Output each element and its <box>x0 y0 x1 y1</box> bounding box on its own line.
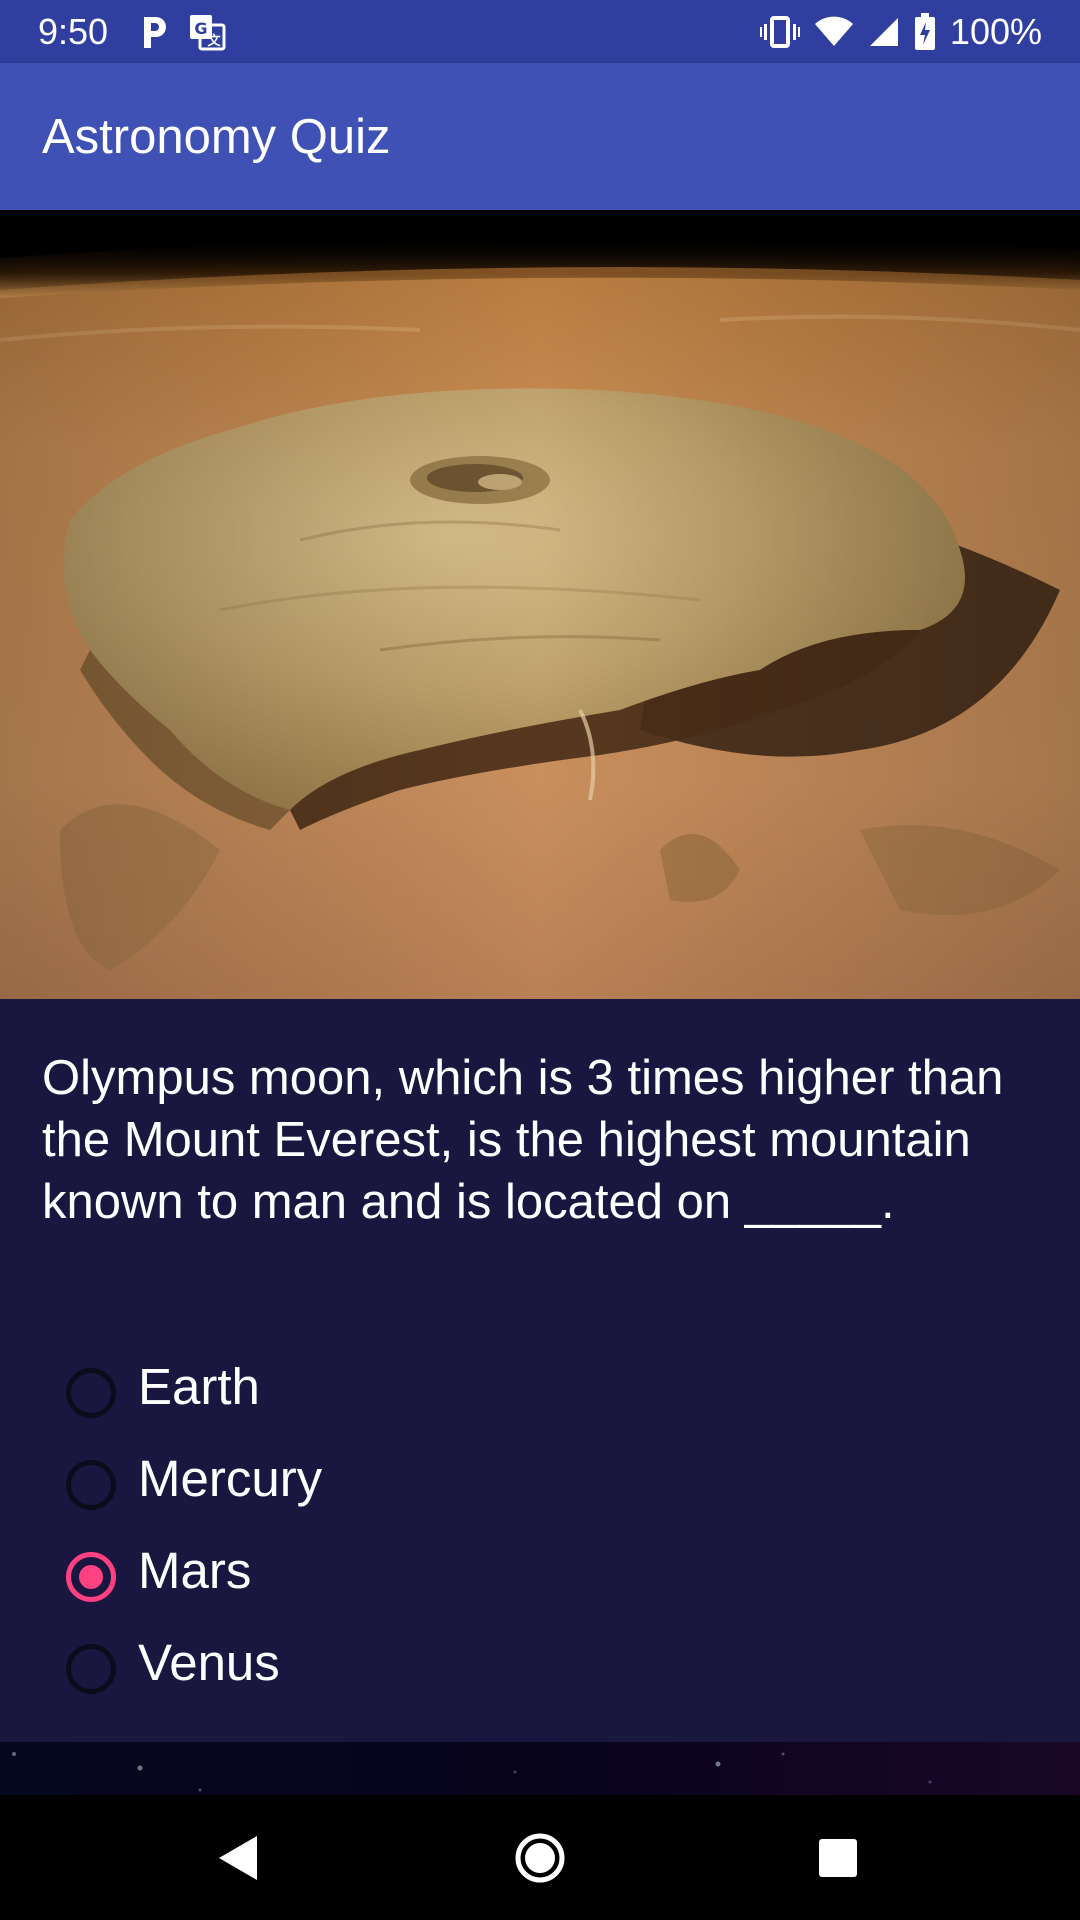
status-time: 9:50 <box>38 11 109 52</box>
svg-text:G: G <box>194 19 207 38</box>
battery-percentage: 100% <box>949 11 1042 52</box>
status-right: 100% <box>759 10 1042 54</box>
svg-text:文: 文 <box>207 33 221 49</box>
app-title: Astronomy Quiz <box>42 110 391 164</box>
option-mercury[interactable]: Mercury <box>66 1433 966 1525</box>
option-label: Earth <box>138 1358 260 1415</box>
radio-button-selected[interactable] <box>66 1552 116 1602</box>
status-left-icons: G 文 <box>140 12 226 52</box>
radio-button[interactable] <box>66 1460 116 1510</box>
radio-button[interactable] <box>66 1644 116 1694</box>
option-label: Venus <box>138 1634 280 1691</box>
status-bar: 9:50 G 文 100% <box>0 0 1080 63</box>
option-earth[interactable]: Earth <box>66 1341 966 1433</box>
app-bar: Astronomy Quiz <box>0 63 1080 210</box>
option-venus[interactable]: Venus <box>66 1617 966 1709</box>
parking-icon <box>144 17 166 48</box>
back-icon[interactable] <box>203 1823 273 1893</box>
battery-charging-icon <box>914 13 935 50</box>
home-icon[interactable] <box>505 1823 575 1893</box>
option-mars[interactable]: Mars <box>66 1525 966 1617</box>
recents-icon[interactable] <box>803 1823 873 1893</box>
vibrate-icon <box>759 16 800 48</box>
wifi-icon <box>814 16 853 46</box>
option-label: Mercury <box>138 1450 323 1507</box>
question-text: Olympus moon, which is 3 times higher th… <box>42 1051 1004 1229</box>
olympus-mons-image <box>0 210 1080 999</box>
navigation-bar <box>0 1795 1080 1920</box>
quiz-content: Olympus moon, which is 3 times higher th… <box>0 999 1080 1742</box>
option-label: Mars <box>138 1542 252 1599</box>
cell-signal-icon <box>869 18 898 46</box>
radio-button[interactable] <box>66 1368 116 1418</box>
translate-icon: G 文 <box>190 15 226 51</box>
screen: 9:50 G 文 100% Astronomy Quiz Olympus moo… <box>0 0 1080 1920</box>
space-background <box>0 1742 1080 1795</box>
answer-options: Earth Mercury Mars Venus <box>66 1341 966 1709</box>
